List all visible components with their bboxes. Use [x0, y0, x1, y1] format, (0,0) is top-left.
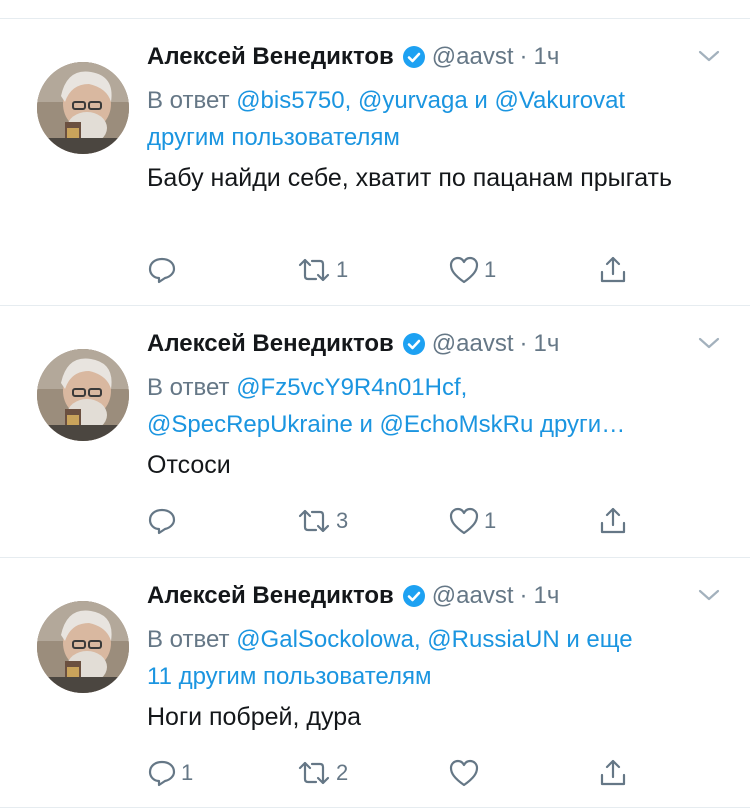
reply-context: В ответ @bis5750, @yurvaga и @Vakurovat … [147, 82, 737, 156]
tweet-actions: 1 2 [0, 753, 750, 793]
tweet[interactable]: Алексей Венедиктов @aavst · 1ч В ответ @… [0, 557, 750, 810]
reply-and[interactable]: и еще [566, 626, 632, 653]
tweet[interactable]: Алексей Венедиктов @aavst · 1ч В ответ @… [0, 305, 750, 557]
like-count: 1 [484, 508, 497, 533]
retweet-icon [298, 509, 330, 533]
reply-and[interactable]: и [359, 411, 372, 438]
reply-others-link[interactable]: другим пользователям [147, 124, 400, 151]
avatar[interactable] [37, 349, 129, 441]
share-button[interactable] [598, 753, 628, 793]
tweet-text: Отсоси [147, 451, 231, 479]
timestamp[interactable]: 1ч [534, 43, 560, 71]
avatar[interactable] [37, 601, 129, 693]
heart-icon [449, 256, 479, 284]
share-button[interactable] [598, 250, 628, 290]
share-button[interactable] [598, 501, 628, 541]
reply-mentions[interactable]: @bis5750, @yurvaga [236, 87, 468, 114]
reply-mention[interactable]: @SpecRepUkraine [147, 411, 353, 438]
reply-prefix: В ответ [147, 626, 230, 653]
tweet-actions: 3 1 [0, 501, 750, 541]
verified-badge-icon [402, 584, 426, 608]
author-handle[interactable]: @aavst [432, 330, 514, 358]
reply-mention[interactable]: @Vakurovat [494, 87, 625, 114]
chevron-down-icon[interactable] [698, 48, 720, 64]
reply-mention[interactable]: @EchoMskRu [380, 411, 534, 438]
reply-button[interactable] [147, 501, 181, 541]
reply-icon [148, 760, 176, 787]
retweet-count: 3 [336, 508, 349, 533]
reply-button[interactable]: 1 [147, 753, 193, 793]
timestamp[interactable]: 1ч [534, 330, 560, 358]
chevron-down-icon[interactable] [698, 335, 720, 351]
tweet-actions: 1 1 [0, 250, 750, 290]
share-icon [600, 507, 626, 534]
reply-button[interactable] [147, 250, 181, 290]
reply-context: В ответ @Fz5vcY9R4n01Hcf, @SpecRepUkrain… [147, 369, 737, 443]
tweet-header: Алексей Венедиктов @aavst · 1ч [147, 43, 559, 71]
time-separator: · [519, 330, 528, 357]
reply-count: 1 [181, 760, 194, 785]
time-separator: · [519, 43, 528, 70]
share-icon [600, 759, 626, 786]
retweet-count: 1 [336, 257, 349, 282]
retweet-count: 2 [336, 760, 349, 785]
heart-icon [449, 759, 479, 787]
retweet-button[interactable]: 2 [296, 753, 348, 793]
reply-mention[interactable]: @Fz5vcY9R4n01Hcf, [236, 374, 467, 401]
retweet-icon [298, 761, 330, 785]
author-name[interactable]: Алексей Венедиктов [147, 43, 394, 71]
author-handle[interactable]: @aavst [432, 582, 514, 610]
tweet-header: Алексей Венедиктов @aavst · 1ч [147, 582, 559, 610]
tweet[interactable]: Алексей Венедиктов @aavst · 1ч В ответ @… [0, 18, 750, 305]
reply-others-link[interactable]: 11 другим пользователям [147, 663, 431, 690]
tweet-text: Ноги побрей, дура [147, 703, 362, 731]
reply-prefix: В ответ [147, 374, 230, 401]
reply-context: В ответ @GalSockolowa, @RussiaUN и еще 1… [147, 621, 737, 695]
avatar[interactable] [37, 62, 129, 154]
divider [0, 807, 750, 808]
reply-and[interactable]: и [474, 87, 487, 114]
tweet-header: Алексей Венедиктов @aavst · 1ч [147, 330, 559, 358]
reply-icon [148, 257, 176, 284]
like-button[interactable] [448, 753, 484, 793]
retweet-button[interactable]: 3 [296, 501, 348, 541]
like-button[interactable]: 1 [448, 250, 496, 290]
heart-icon [449, 507, 479, 535]
reply-mentions[interactable]: @GalSockolowa, @RussiaUN [236, 626, 560, 653]
like-count: 1 [484, 257, 497, 282]
retweet-icon [298, 258, 330, 282]
reply-others-link[interactable]: други… [540, 411, 625, 438]
author-handle[interactable]: @aavst [432, 43, 514, 71]
reply-prefix: В ответ [147, 87, 230, 114]
retweet-button[interactable]: 1 [296, 250, 348, 290]
share-icon [600, 256, 626, 283]
tweet-text: Бабу найди себе, хватит по пацанам прыга… [147, 164, 673, 192]
like-button[interactable]: 1 [448, 501, 496, 541]
verified-badge-icon [402, 45, 426, 69]
author-name[interactable]: Алексей Венедиктов [147, 330, 394, 358]
reply-icon [148, 508, 176, 535]
timestamp[interactable]: 1ч [534, 582, 560, 610]
time-separator: · [519, 582, 528, 609]
chevron-down-icon[interactable] [698, 587, 720, 603]
verified-badge-icon [402, 332, 426, 356]
author-name[interactable]: Алексей Венедиктов [147, 582, 394, 610]
